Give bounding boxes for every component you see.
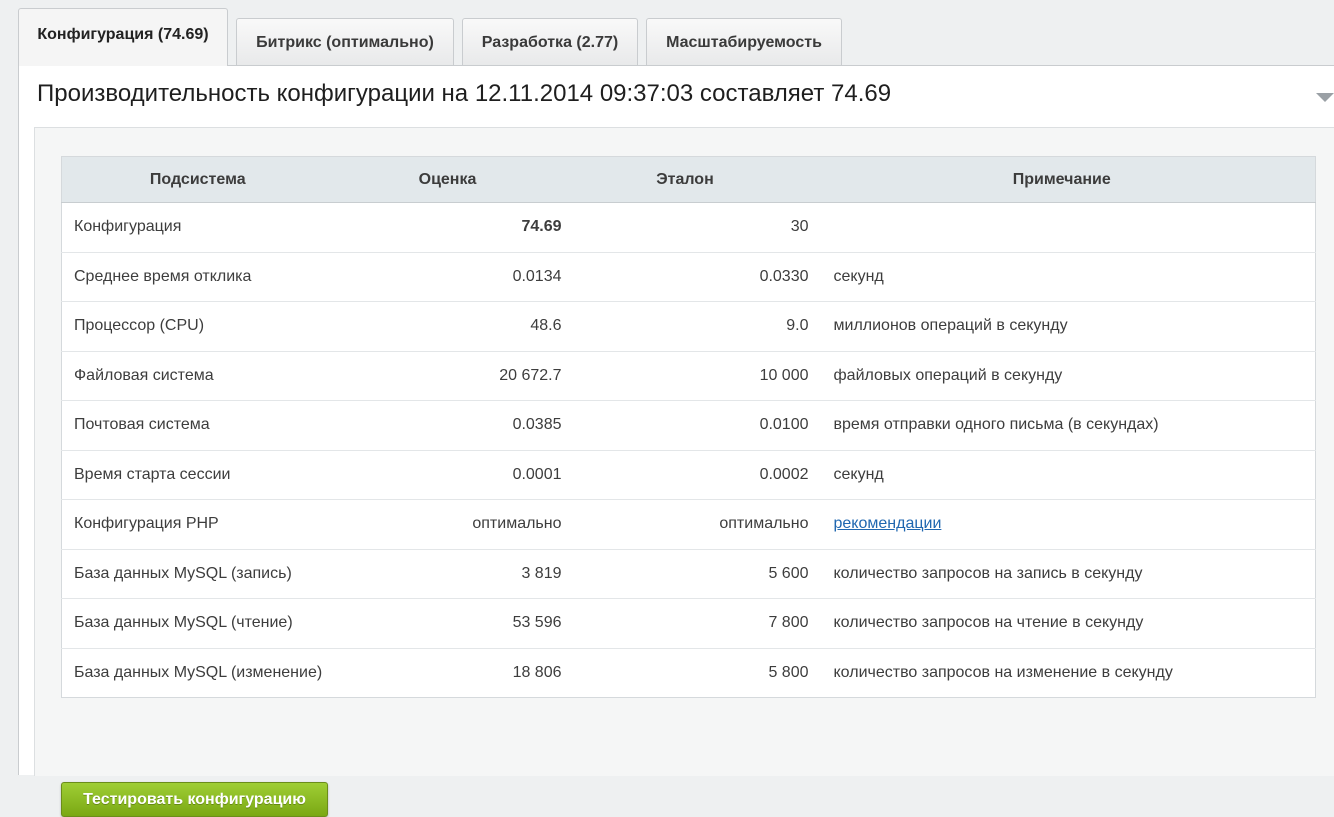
tab-bitrix[interactable]: Битрикс (оптимально) bbox=[236, 18, 454, 66]
table-row: Почтовая система 0.0385 0.0100 время отп… bbox=[61, 400, 1316, 451]
cell-subsystem: База данных MySQL (запись) bbox=[61, 549, 334, 599]
cell-score: 0.0385 bbox=[333, 400, 562, 451]
triangle-down-icon[interactable] bbox=[1316, 93, 1334, 102]
cell-score: 74.69 bbox=[333, 202, 562, 253]
table-row: Конфигурация PHP оптимально оптимально р… bbox=[61, 499, 1316, 550]
cell-score: оптимально bbox=[333, 499, 562, 550]
cell-note: миллионов операций в секунду bbox=[808, 301, 1316, 352]
column-header-score: Оценка bbox=[333, 156, 562, 203]
cell-reference: оптимально bbox=[561, 499, 809, 550]
table-row: Файловая система 20 672.7 10 000 файловы… bbox=[61, 351, 1316, 401]
cell-reference: 9.0 bbox=[561, 301, 809, 352]
tab-development[interactable]: Разработка (2.77) bbox=[462, 18, 638, 66]
table-row: Среднее время отклика 0.0134 0.0330 секу… bbox=[61, 252, 1316, 302]
cell-subsystem: Почтовая система bbox=[61, 400, 334, 451]
cell-note: количество запросов на запись в секунду bbox=[808, 549, 1316, 599]
cell-score: 0.0001 bbox=[333, 450, 562, 500]
cell-reference: 0.0002 bbox=[561, 450, 809, 500]
table-row: База данных MySQL (чтение) 53 596 7 800 … bbox=[61, 598, 1316, 649]
table-row: Процессор (CPU) 48.6 9.0 миллионов опера… bbox=[61, 301, 1316, 352]
cell-reference: 30 bbox=[561, 202, 809, 253]
table-row: База данных MySQL (запись) 3 819 5 600 к… bbox=[61, 549, 1316, 599]
cell-reference: 5 800 bbox=[768, 663, 809, 681]
table-row: Конфигурация 74.69 30 bbox=[61, 202, 1316, 253]
cell-note bbox=[808, 202, 1316, 253]
cell-subsystem: Файловая система bbox=[61, 351, 334, 401]
cell-subsystem: База данных MySQL (изменение) bbox=[74, 663, 323, 681]
cell-score: 53 596 bbox=[333, 598, 562, 649]
panel-title: Производительность конфигурации на 12.11… bbox=[37, 80, 892, 107]
cell-subsystem: Время старта сессии bbox=[61, 450, 334, 500]
tab-configuration[interactable]: Конфигурация (74.69) bbox=[18, 8, 228, 66]
tab-scalability[interactable]: Масштабируемость bbox=[646, 18, 842, 66]
cell-subsystem: Конфигурация bbox=[61, 202, 334, 253]
cell-reference: 7 800 bbox=[561, 598, 809, 649]
test-configuration-button[interactable]: Тестировать конфигурацию bbox=[61, 782, 328, 817]
column-header-reference: Эталон bbox=[561, 156, 809, 203]
cell-reference: 10 000 bbox=[561, 351, 809, 401]
panel-content: Подсистема Оценка Эталон Примечание Конф… bbox=[34, 127, 1334, 817]
column-header-note: Примечание bbox=[808, 156, 1316, 203]
table-row: Время старта сессии 0.0001 0.0002 секунд bbox=[61, 450, 1316, 500]
cell-reference: 0.0100 bbox=[561, 400, 809, 451]
cell-note: количество запросов на изменение в секун… bbox=[833, 663, 1173, 681]
cell-score: 20 672.7 bbox=[333, 351, 562, 401]
cell-score: 0.0134 bbox=[333, 252, 562, 302]
cell-note: рекомендации bbox=[808, 499, 1316, 550]
cell-score: 48.6 bbox=[333, 301, 562, 352]
cell-subsystem: Конфигурация PHP bbox=[61, 499, 334, 550]
recommendations-link[interactable]: рекомендации bbox=[834, 515, 942, 532]
cell-note: секунд bbox=[808, 450, 1316, 500]
cell-note: время отправки одного письма (в секундах… bbox=[808, 400, 1316, 451]
performance-table: Подсистема Оценка Эталон Примечание Конф… bbox=[61, 156, 1316, 698]
cell-subsystem: Процессор (CPU) bbox=[61, 301, 334, 352]
cell-subsystem: База данных MySQL (чтение) bbox=[61, 598, 334, 649]
tab-bar: Конфигурация (74.69) Битрикс (оптимально… bbox=[18, 8, 850, 66]
cell-score: 18 806 bbox=[512, 663, 562, 681]
cell-score: 3 819 bbox=[333, 549, 562, 599]
cell-reference: 5 600 bbox=[561, 549, 809, 599]
cell-note: файловых операций в секунду bbox=[808, 351, 1316, 401]
table-header-row: Подсистема Оценка Эталон Примечание bbox=[61, 156, 1316, 203]
configuration-panel: Производительность конфигурации на 12.11… bbox=[18, 65, 1334, 817]
cell-note: секунд bbox=[808, 252, 1316, 302]
cell-subsystem: Среднее время отклика bbox=[61, 252, 334, 302]
table-row: База данных MySQL (изменение) 18 806 5 8… bbox=[62, 648, 1316, 698]
column-header-subsystem: Подсистема bbox=[61, 156, 334, 203]
cell-reference: 0.0330 bbox=[561, 252, 809, 302]
cell-note: количество запросов на чтение в секунду bbox=[808, 598, 1316, 649]
